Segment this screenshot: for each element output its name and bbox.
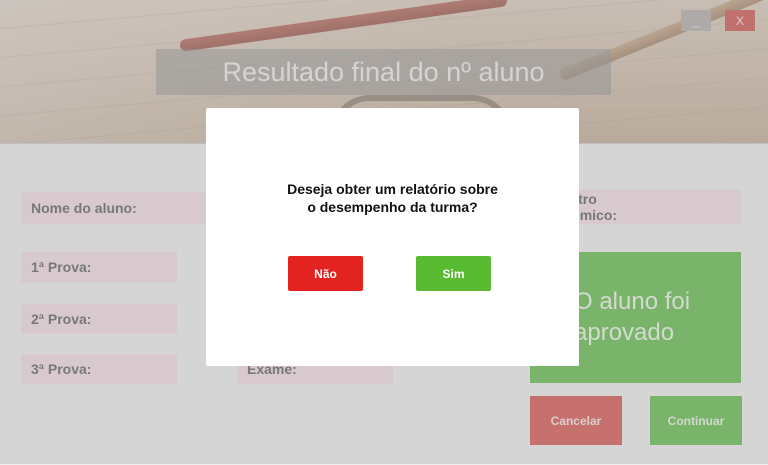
- no-button[interactable]: Não: [288, 256, 363, 291]
- dialog-question-line2: o desempenho da turma?: [307, 199, 478, 215]
- yes-button[interactable]: Sim: [416, 256, 491, 291]
- confirmation-dialog: Deseja obter um relatório sobre o desemp…: [206, 108, 579, 366]
- dialog-question-line1: Deseja obter um relatório sobre: [287, 181, 498, 197]
- dialog-question: Deseja obter um relatório sobre o desemp…: [206, 180, 579, 216]
